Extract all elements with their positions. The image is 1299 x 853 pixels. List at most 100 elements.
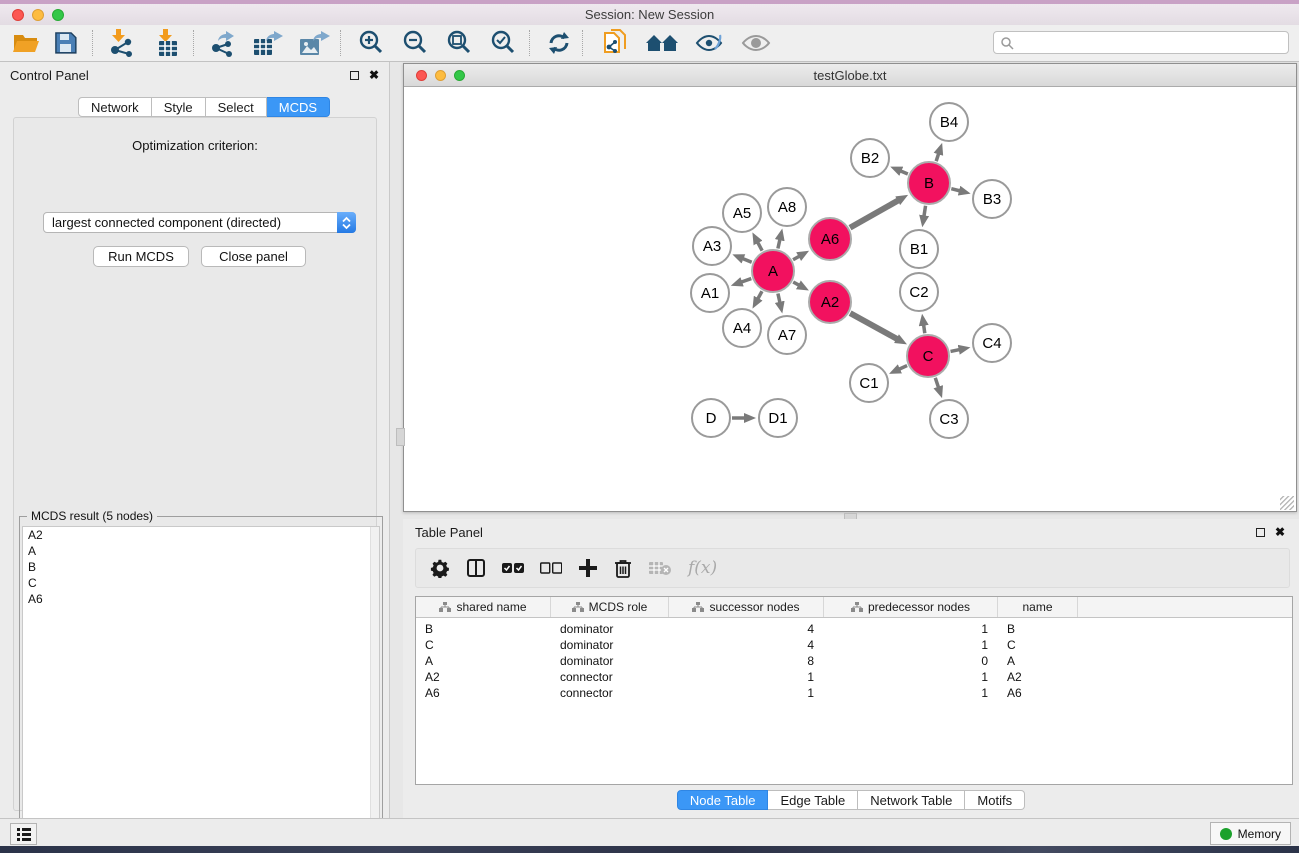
network-window-titlebar[interactable]: testGlobe.txt: [404, 64, 1296, 87]
cell[interactable]: B: [416, 621, 551, 637]
cell[interactable]: A2: [416, 669, 551, 685]
cell[interactable]: A: [416, 653, 551, 669]
cell[interactable]: 1: [669, 685, 824, 701]
unselect-all-checks-icon[interactable]: [540, 554, 562, 582]
show-columns-icon[interactable]: [466, 554, 486, 582]
graph-node-A6[interactable]: A6: [808, 217, 852, 261]
hide-graphics-details-icon[interactable]: [695, 29, 725, 57]
export-image-icon[interactable]: [298, 29, 330, 57]
cell[interactable]: 1: [824, 669, 998, 685]
cell[interactable]: 4: [669, 637, 824, 653]
column-header-name[interactable]: name: [998, 597, 1078, 617]
table-row[interactable]: Bdominator41B: [416, 621, 1292, 637]
cell[interactable]: connector: [551, 669, 669, 685]
cell[interactable]: 1: [824, 685, 998, 701]
graph-node-C[interactable]: C: [906, 334, 950, 378]
edge-C-C2[interactable]: [924, 325, 925, 334]
cell[interactable]: 8: [669, 653, 824, 669]
edge-A-A6[interactable]: [793, 256, 799, 260]
result-item[interactable]: A6: [23, 591, 379, 607]
graph-node-C1[interactable]: C1: [849, 363, 889, 403]
select-all-checks-icon[interactable]: [502, 554, 524, 582]
float-table-panel-icon[interactable]: [1256, 528, 1265, 537]
save-session-icon[interactable]: [54, 29, 78, 57]
delete-column-icon[interactable]: [614, 554, 632, 582]
graph-node-B2[interactable]: B2: [850, 138, 890, 178]
memory-button[interactable]: Memory: [1210, 822, 1291, 845]
edge-B-B1[interactable]: [924, 206, 926, 217]
graph-node-A4[interactable]: A4: [722, 308, 762, 348]
edge-C-C1[interactable]: [899, 366, 907, 370]
result-scrollbar[interactable]: [370, 527, 379, 853]
result-item[interactable]: B: [23, 559, 379, 575]
import-table-icon[interactable]: [153, 29, 183, 57]
settings-gear-icon[interactable]: [430, 554, 450, 582]
graph-node-A7[interactable]: A7: [767, 315, 807, 355]
export-table-icon[interactable]: [252, 29, 284, 57]
cell[interactable]: A2: [998, 669, 1078, 685]
graph-node-A1[interactable]: A1: [690, 273, 730, 313]
tab-motifs[interactable]: Motifs: [965, 790, 1025, 810]
column-header-successor-nodes[interactable]: successor nodes: [669, 597, 824, 617]
result-item[interactable]: A: [23, 543, 379, 559]
cell[interactable]: dominator: [551, 653, 669, 669]
graph-node-B3[interactable]: B3: [972, 179, 1012, 219]
zoom-selected-icon[interactable]: [489, 29, 517, 57]
edge-A-A7[interactable]: [778, 293, 780, 302]
graph-node-B1[interactable]: B1: [899, 229, 939, 269]
column-header-predecessor-nodes[interactable]: predecessor nodes: [824, 597, 998, 617]
edge-C-C4[interactable]: [951, 350, 960, 352]
graph-node-A[interactable]: A: [751, 249, 795, 293]
graph-node-C2[interactable]: C2: [899, 272, 939, 312]
task-history-button[interactable]: [10, 823, 37, 845]
zoom-in-icon[interactable]: [357, 29, 385, 57]
graph-node-B4[interactable]: B4: [929, 102, 969, 142]
search-input[interactable]: [993, 31, 1289, 54]
edge-A-A4[interactable]: [758, 291, 762, 299]
import-network-icon[interactable]: [107, 29, 137, 57]
edge-A-A3[interactable]: [743, 259, 752, 263]
table-row[interactable]: Adominator80A: [416, 653, 1292, 669]
graph-node-A2[interactable]: A2: [808, 280, 852, 324]
tab-edge-table[interactable]: Edge Table: [768, 790, 858, 810]
home-icon[interactable]: [645, 29, 679, 57]
graph-node-A8[interactable]: A8: [767, 187, 807, 227]
close-panel-button[interactable]: Close panel: [201, 246, 306, 267]
edge-C-C3[interactable]: [935, 378, 938, 388]
float-panel-icon[interactable]: [350, 71, 359, 80]
graph-node-C4[interactable]: C4: [972, 323, 1012, 363]
add-column-icon[interactable]: [578, 554, 598, 582]
cell[interactable]: 0: [824, 653, 998, 669]
close-table-panel-icon[interactable]: ✖: [1275, 528, 1285, 537]
column-header-MCDS-role[interactable]: MCDS role: [551, 597, 669, 617]
cell[interactable]: C: [416, 637, 551, 653]
table-row[interactable]: Cdominator41C: [416, 637, 1292, 653]
clone-network-icon[interactable]: [601, 29, 629, 57]
tab-style[interactable]: Style: [152, 97, 206, 117]
graph-node-A5[interactable]: A5: [722, 193, 762, 233]
tab-network-table[interactable]: Network Table: [858, 790, 965, 810]
cell[interactable]: dominator: [551, 621, 669, 637]
cell[interactable]: connector: [551, 685, 669, 701]
tab-mcds[interactable]: MCDS: [267, 97, 330, 117]
table-row[interactable]: A2connector11A2: [416, 669, 1292, 685]
result-item[interactable]: A2: [23, 527, 379, 543]
edge-B-B3[interactable]: [951, 189, 960, 191]
column-header-shared-name[interactable]: shared name: [416, 597, 551, 617]
zoom-fit-icon[interactable]: [445, 29, 473, 57]
cell[interactable]: 1: [669, 669, 824, 685]
edge-A-A2[interactable]: [793, 282, 799, 285]
edge-A6-B[interactable]: [850, 200, 899, 227]
graph-node-A3[interactable]: A3: [692, 226, 732, 266]
zoom-out-icon[interactable]: [401, 29, 429, 57]
graph-node-B[interactable]: B: [907, 161, 951, 205]
cell[interactable]: 1: [824, 621, 998, 637]
cell[interactable]: A6: [416, 685, 551, 701]
table-row[interactable]: A6connector11A6: [416, 685, 1292, 701]
graph-node-D[interactable]: D: [691, 398, 731, 438]
edge-B-B2[interactable]: [900, 171, 907, 174]
tab-select[interactable]: Select: [206, 97, 267, 117]
run-mcds-button[interactable]: Run MCDS: [93, 246, 189, 267]
mcds-result-list[interactable]: A2ABCA6: [22, 526, 380, 853]
tab-network[interactable]: Network: [78, 97, 152, 117]
